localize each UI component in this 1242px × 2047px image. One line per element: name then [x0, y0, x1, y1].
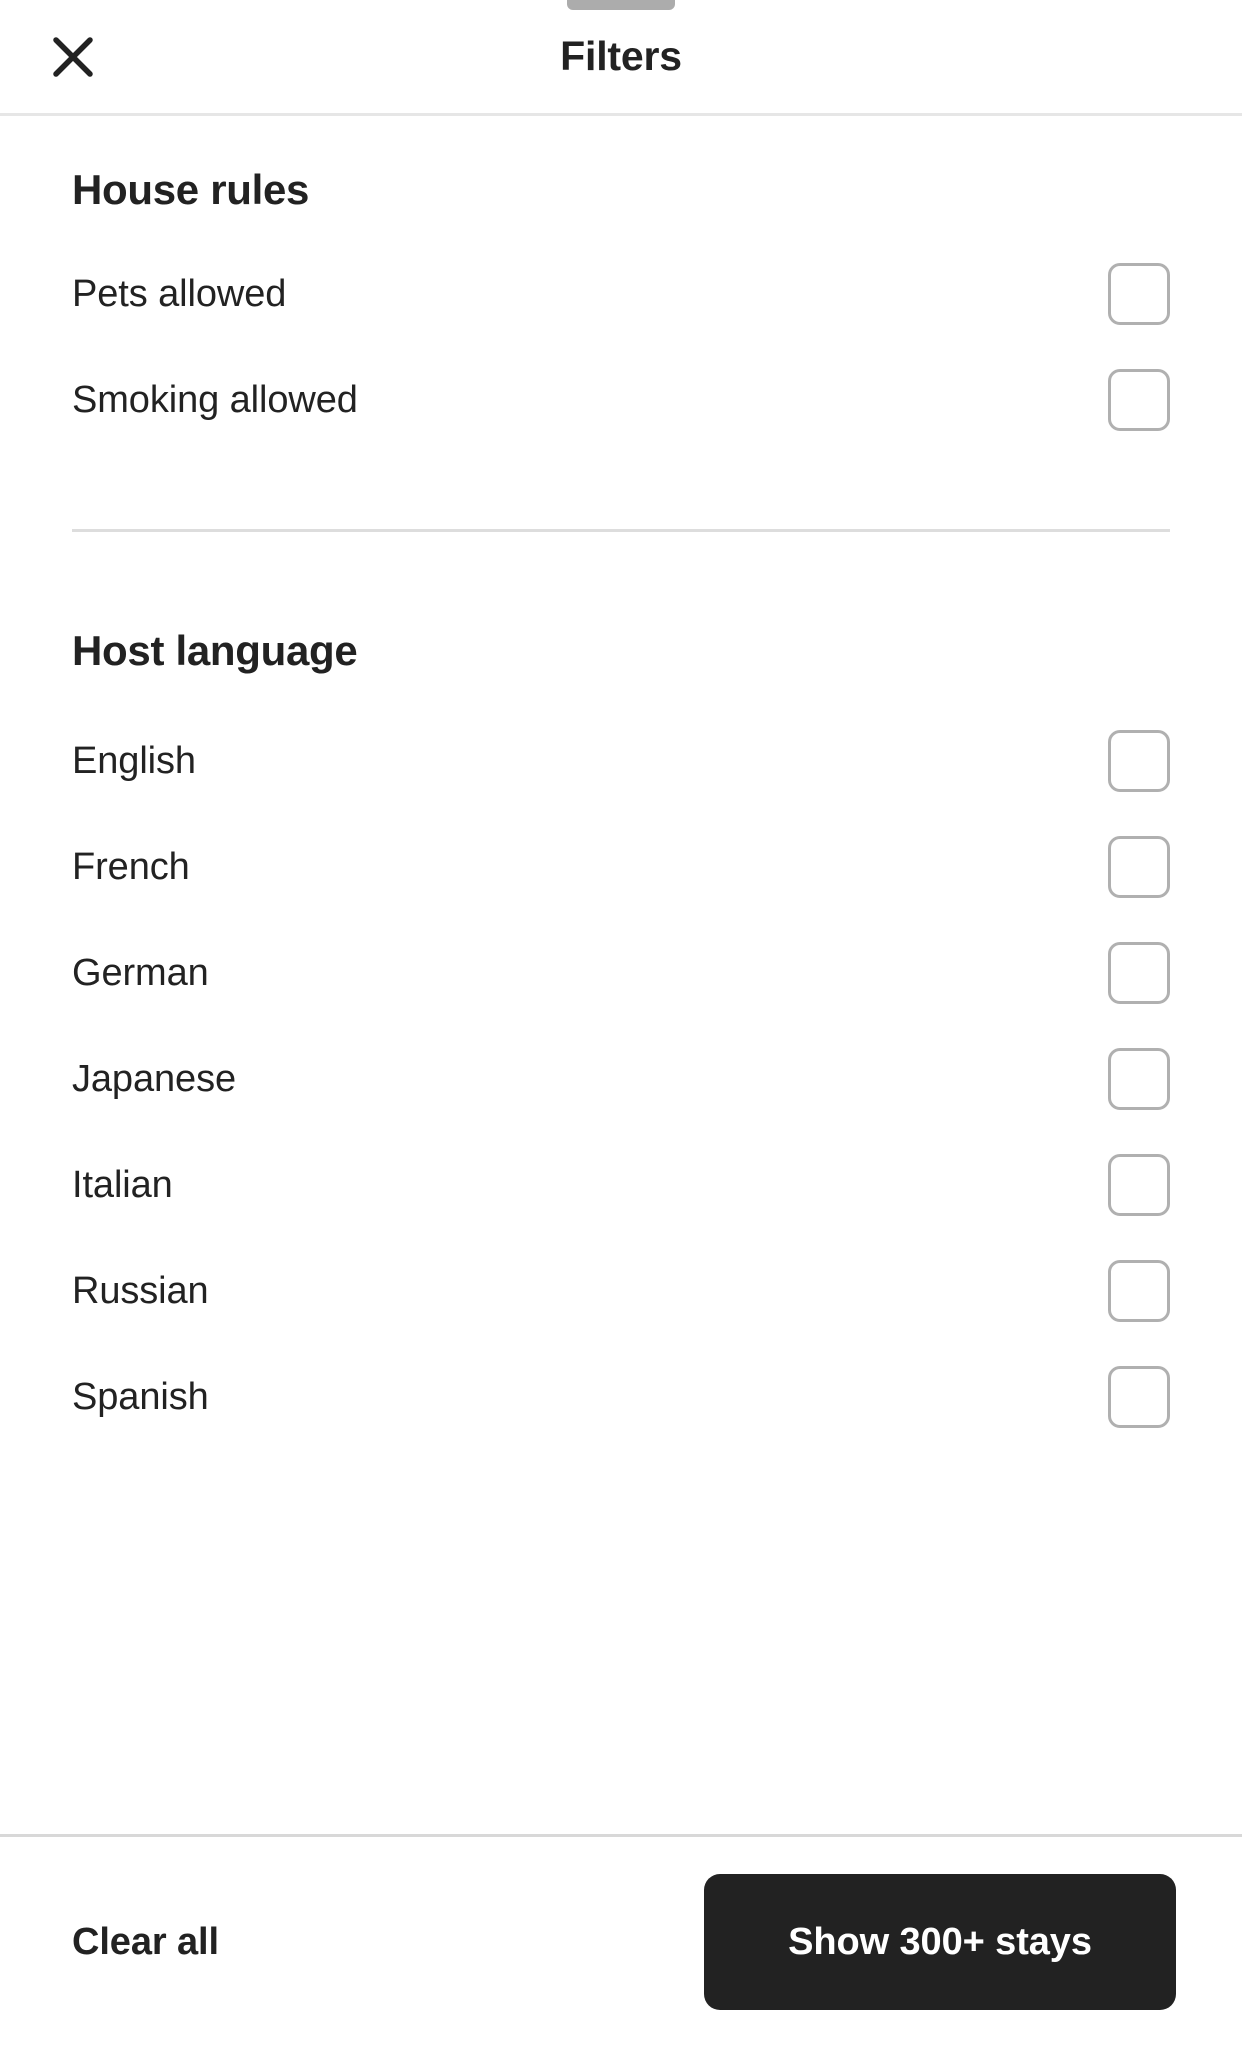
checkbox-french[interactable]	[1108, 836, 1170, 898]
filter-label-smoking-allowed: Smoking allowed	[72, 379, 358, 421]
checkbox-russian[interactable]	[1108, 1260, 1170, 1322]
list-item[interactable]: Smoking allowed	[72, 347, 1170, 453]
filters-scroll-area[interactable]: House rules Pets allowed Smoking allowed…	[0, 116, 1242, 1834]
house-rules-list: Pets allowed Smoking allowed	[72, 241, 1170, 453]
list-item[interactable]: German	[72, 920, 1170, 1026]
filter-label-pets-allowed: Pets allowed	[72, 273, 287, 315]
checkbox-english[interactable]	[1108, 730, 1170, 792]
section-house-rules: House rules Pets allowed Smoking allowed	[72, 116, 1170, 532]
filter-label-english: English	[72, 740, 196, 782]
checkbox-spanish[interactable]	[1108, 1366, 1170, 1428]
filter-label-japanese: Japanese	[72, 1058, 237, 1100]
filter-label-italian: Italian	[72, 1164, 173, 1206]
page-title: Filters	[560, 33, 682, 79]
list-item[interactable]: English	[72, 708, 1170, 814]
checkbox-pets-allowed[interactable]	[1108, 263, 1170, 325]
checkbox-german[interactable]	[1108, 942, 1170, 1004]
checkbox-japanese[interactable]	[1108, 1048, 1170, 1110]
section-title-host-language: Host language	[72, 627, 358, 674]
close-x-icon	[52, 36, 94, 78]
filter-label-spanish: Spanish	[72, 1376, 209, 1418]
list-item[interactable]: Japanese	[72, 1026, 1170, 1132]
list-item[interactable]: Italian	[72, 1132, 1170, 1238]
close-button[interactable]	[46, 30, 100, 84]
list-item[interactable]: Spanish	[72, 1344, 1170, 1450]
filter-label-french: French	[72, 846, 190, 888]
show-stays-button[interactable]: Show 300+ stays	[704, 1874, 1176, 2010]
section-host-language: Host language English French German Japa…	[72, 532, 1170, 1450]
sheet-header: Filters	[0, 0, 1242, 116]
filter-label-german: German	[72, 952, 209, 994]
checkbox-smoking-allowed[interactable]	[1108, 369, 1170, 431]
filter-label-russian: Russian	[72, 1270, 209, 1312]
checkbox-italian[interactable]	[1108, 1154, 1170, 1216]
list-item[interactable]: Pets allowed	[72, 241, 1170, 347]
clear-all-button[interactable]: Clear all	[72, 1921, 219, 1964]
list-item[interactable]: French	[72, 814, 1170, 920]
section-title-house-rules: House rules	[72, 166, 310, 213]
host-language-list: English French German Japanese Italian R…	[72, 708, 1170, 1450]
filters-sheet: Filters House rules Pets allowed Smoking…	[0, 0, 1242, 2047]
sheet-footer: Clear all Show 300+ stays	[0, 1834, 1242, 2047]
list-item[interactable]: Russian	[72, 1238, 1170, 1344]
